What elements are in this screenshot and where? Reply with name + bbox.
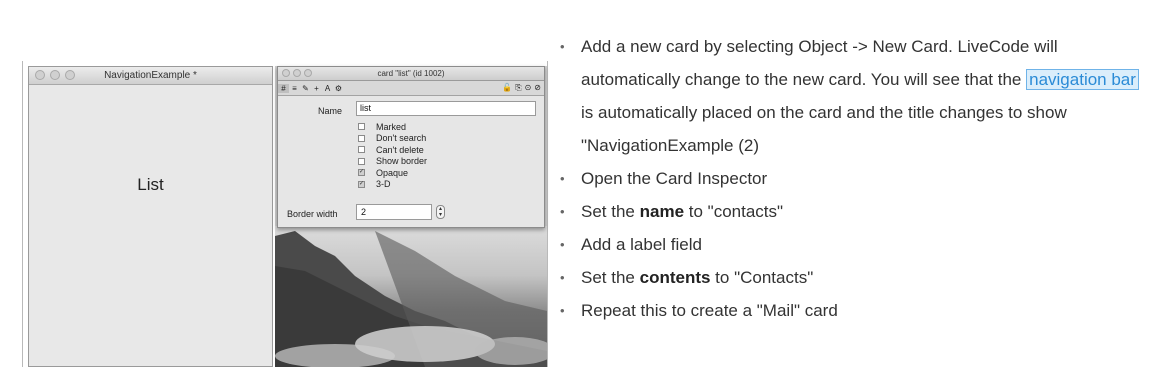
bullet-icon: • — [560, 171, 565, 186]
step-text: Set the — [581, 268, 640, 287]
minimize-window-button[interactable] — [50, 70, 60, 80]
step-text: Open the Card Inspector — [581, 169, 768, 188]
step-text: is automatically placed on the card and … — [581, 103, 1067, 155]
checkbox-opaque[interactable]: ✓ Opaque — [358, 167, 427, 179]
name-label: Name — [318, 106, 343, 116]
name-field[interactable]: list — [356, 101, 536, 116]
bullet-icon: • — [560, 303, 565, 318]
bullet-icon: • — [560, 204, 565, 219]
checkbox-label: 3-D — [376, 179, 391, 190]
custom-properties-icon[interactable]: ≡ — [289, 84, 300, 93]
basic-properties-icon[interactable]: # — [278, 83, 289, 93]
checkbox-box[interactable] — [358, 134, 365, 142]
lock-icon[interactable]: 🔓 — [502, 81, 512, 95]
list-item: • Set the name to "contacts" — [560, 195, 1154, 228]
navigation-example-window: NavigationExample * List — [28, 66, 273, 367]
checkbox-marked[interactable]: Marked — [358, 121, 427, 133]
border-width-stepper[interactable]: ▴ ▾ — [436, 205, 445, 219]
inspector-toolbar: # ≡ ✎ + A ⚙ 🔓 ⎘ ⊙ ⊘ — [278, 81, 544, 96]
step-text: to "Contacts" — [710, 268, 814, 287]
checkbox-box[interactable] — [358, 157, 365, 165]
checkbox-box[interactable] — [358, 146, 365, 154]
step-text: Set the — [581, 202, 640, 221]
inspector-window-controls — [282, 69, 312, 77]
list-item: • Open the Card Inspector — [560, 162, 1154, 195]
geometry-icon[interactable]: + — [311, 84, 322, 93]
inspector-title: card "list" (id 1002) — [377, 69, 445, 78]
inspector-zoom-button[interactable] — [304, 69, 312, 77]
bold-term: contents — [639, 268, 711, 287]
text-formatting-icon[interactable]: A — [322, 84, 333, 93]
inspector-close-button[interactable] — [282, 69, 290, 77]
link-icon[interactable]: ⎘ — [515, 81, 521, 95]
checkbox-label: Can't delete — [376, 144, 424, 155]
checkbox-box-checked[interactable]: ✓ — [358, 169, 365, 177]
inspector-titlebar: card "list" (id 1002) — [278, 67, 544, 81]
step-text: to "contacts" — [684, 202, 784, 221]
step-text: Repeat this to create a "Mail" card — [581, 301, 838, 320]
step-text: Add a label field — [581, 235, 702, 254]
checkbox-show-border[interactable]: Show border — [358, 156, 427, 168]
landscape-image — [275, 226, 547, 367]
highlighted-term: navigation bar — [1026, 69, 1139, 90]
list-item: • Set the contents to "Contacts" — [560, 261, 1154, 294]
gear-icon[interactable]: ⊘ — [534, 81, 541, 95]
border-width-field[interactable]: 2 — [356, 204, 432, 220]
bullet-icon: • — [560, 237, 565, 252]
inspector-toolbar-right: 🔓 ⎘ ⊙ ⊘ — [502, 81, 541, 95]
border-width-label: Border width — [287, 209, 338, 219]
checkbox-label: Opaque — [376, 167, 409, 178]
list-item: • Add a label field — [560, 228, 1154, 261]
checkbox-dont-search[interactable]: Don't search — [358, 133, 427, 145]
instruction-list: • Add a new card by selecting Object -> … — [560, 30, 1154, 327]
bullet-icon: • — [560, 39, 565, 54]
close-window-button[interactable] — [35, 70, 45, 80]
advanced-icon[interactable]: ⚙ — [333, 84, 344, 93]
colors-icon[interactable]: ✎ — [300, 84, 311, 93]
card-options-checkboxes: Marked Don't search Can't delete Show bo… — [358, 121, 427, 190]
card-label: List — [137, 175, 164, 194]
window-title: NavigationExample * — [104, 70, 197, 81]
zoom-window-button[interactable] — [65, 70, 75, 80]
checkbox-label: Don't search — [376, 133, 427, 144]
checkbox-box[interactable] — [358, 123, 365, 131]
card-content: List — [29, 85, 272, 366]
inspector-minimize-button[interactable] — [293, 69, 301, 77]
step-text: Add a new card by selecting Object -> Ne… — [581, 37, 1058, 89]
bold-term: name — [639, 202, 685, 221]
bullet-icon: • — [560, 270, 565, 285]
window-titlebar: NavigationExample * — [29, 67, 272, 85]
target-icon[interactable]: ⊙ — [525, 81, 532, 95]
checkbox-box-checked[interactable]: ✓ — [358, 180, 365, 188]
checkbox-cant-delete[interactable]: Can't delete — [358, 144, 427, 156]
window-controls — [35, 70, 75, 80]
card-inspector: card "list" (id 1002) # ≡ ✎ + A ⚙ 🔓 ⎘ ⊙ … — [277, 66, 545, 228]
list-item: • Add a new card by selecting Object -> … — [560, 30, 1154, 162]
checkbox-label: Show border — [376, 156, 428, 167]
checkbox-label: Marked — [376, 121, 407, 132]
list-item: • Repeat this to create a "Mail" card — [560, 294, 1154, 327]
checkbox-3d[interactable]: ✓ 3-D — [358, 179, 427, 191]
